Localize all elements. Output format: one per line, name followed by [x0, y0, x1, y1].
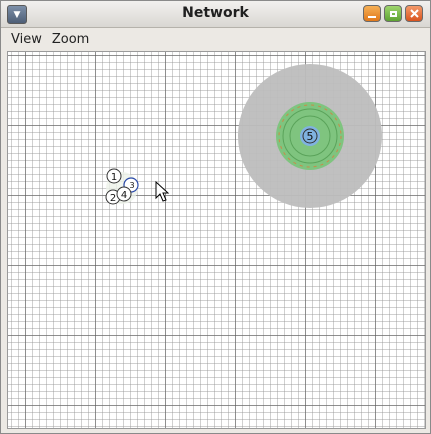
network-canvas[interactable]: 5 3 1 2 4 [7, 51, 426, 429]
network-graph: 5 3 1 2 4 [105, 64, 382, 208]
node-5-label: 5 [307, 130, 314, 143]
minimize-button[interactable] [363, 5, 381, 22]
node-2-label: 2 [110, 193, 116, 204]
network-window: ▼ Network View Zoom 5 3 1 2 4 [0, 0, 431, 434]
node-4-label: 4 [121, 190, 127, 201]
maximize-button[interactable] [384, 5, 402, 22]
node-1-label: 1 [111, 172, 117, 183]
node-cluster: 3 1 2 4 [105, 168, 139, 205]
close-icon [409, 9, 419, 18]
mouse-cursor-icon [155, 180, 170, 202]
maximize-icon [389, 10, 397, 17]
minimize-icon [368, 15, 376, 18]
node-5-group[interactable]: 5 [238, 64, 382, 208]
menu-view[interactable]: View [6, 32, 47, 47]
close-button[interactable] [405, 5, 423, 22]
menu-zoom[interactable]: Zoom [47, 32, 94, 47]
node-3-label: 3 [129, 181, 134, 190]
menu-bar: View Zoom [1, 28, 430, 50]
title-bar[interactable]: ▼ Network [1, 1, 430, 28]
